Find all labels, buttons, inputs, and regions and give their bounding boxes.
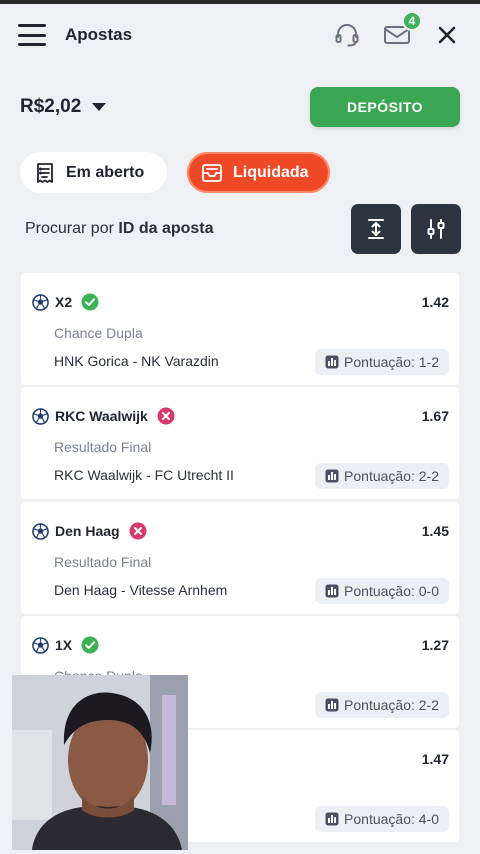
search-by-id-link[interactable]: Procurar por ID da aposta [25, 220, 214, 238]
header-actions: 4 [332, 11, 462, 50]
mail-count-badge: 4 [402, 11, 422, 31]
score-chip: Pontuação: 2-2 [315, 692, 449, 718]
close-icon[interactable] [432, 20, 462, 50]
bet-market: Chance Dupla [54, 325, 143, 341]
webcam-overlay [12, 675, 188, 850]
filter-button[interactable] [411, 204, 461, 254]
balance-row: R$2,02 DEPÓSITO [20, 86, 460, 128]
tab-settled[interactable]: Liquidada [187, 152, 330, 193]
expand-vertical-icon [368, 219, 384, 239]
score-text: Pontuação: 2-2 [344, 697, 439, 713]
soccer-ball-icon [32, 407, 49, 425]
tab-open[interactable]: Em aberto [20, 152, 167, 193]
receipt-icon [37, 162, 53, 183]
stats-icon [325, 698, 339, 712]
sliders-icon [427, 219, 445, 239]
bet-market: Resultado Final [54, 439, 152, 455]
bet-pick: X2 [55, 294, 73, 310]
score-chip: Pontuação: 1-2 [315, 349, 449, 375]
bet-odds: 1.47 [421, 751, 449, 767]
tab-settled-label: Liquidada [233, 163, 309, 181]
win-check-icon [81, 293, 99, 311]
score-chip: Pontuação: 4-0 [315, 806, 449, 832]
bet-event: Den Haag - Vitesse Arnhem [54, 582, 228, 598]
bet-event: RKC Waalwijk - FC Utrecht II [54, 467, 234, 483]
collapse-expand-button[interactable] [351, 204, 401, 254]
deposit-button[interactable]: DEPÓSITO [310, 87, 460, 127]
caret-down-icon [92, 103, 107, 111]
balance-amount: R$2,02 [20, 96, 82, 117]
score-text: Pontuação: 0-0 [344, 583, 439, 599]
stats-icon [325, 812, 339, 826]
score-chip: Pontuação: 0-0 [315, 578, 449, 604]
menu-icon[interactable] [18, 24, 46, 46]
win-check-icon [81, 636, 99, 654]
bet-odds: 1.67 [421, 408, 449, 424]
bet-card[interactable]: RKC Waalwijk 1.67 Resultado Final RKC Waalw… [21, 387, 459, 499]
bet-event: HNK Gorica - NK Varazdin [54, 353, 219, 369]
stats-icon [325, 469, 339, 483]
bet-odds: 1.42 [421, 294, 449, 310]
score-text: Pontuação: 2-2 [344, 468, 439, 484]
soccer-ball-icon [32, 636, 49, 654]
bet-market: Resultado Final [54, 554, 152, 570]
search-bold: ID da aposta [118, 220, 214, 237]
score-text: Pontuação: 4-0 [344, 811, 439, 827]
loss-x-icon [129, 522, 147, 540]
score-text: Pontuação: 1-2 [344, 354, 439, 370]
bet-header: 1X 1.27 [32, 636, 449, 654]
stats-icon [325, 355, 339, 369]
bet-status-tabs: Em aberto Liquidada [20, 152, 330, 193]
bet-header: X2 1.42 [32, 293, 449, 311]
bet-odds: 1.27 [421, 637, 449, 653]
app-header: Apostas 4 [0, 4, 480, 66]
stats-icon [325, 584, 339, 598]
search-prefix: Procurar por [25, 220, 119, 237]
bet-card[interactable]: X2 1.42 Chance Dupla HNK Gorica - NK Varazd… [21, 273, 459, 385]
page-title: Apostas [65, 25, 133, 44]
bet-header: RKC Waalwijk 1.67 [32, 407, 449, 425]
bet-card[interactable]: Den Haag 1.45 Resultado Final Den Haag - Vi… [21, 502, 459, 614]
balance-dropdown[interactable]: R$2,02 [20, 96, 107, 118]
score-chip: Pontuação: 2-2 [315, 463, 449, 489]
bet-header: Den Haag 1.45 [32, 522, 449, 540]
tray-icon [202, 163, 222, 182]
soccer-ball-icon [32, 293, 49, 311]
bet-pick: RKC Waalwijk [55, 408, 148, 424]
bet-odds: 1.45 [421, 523, 449, 539]
tab-open-label: Em aberto [66, 163, 145, 181]
support-headset-icon[interactable] [332, 20, 362, 50]
bet-pick: 1X [55, 637, 73, 653]
bet-pick: Den Haag [55, 523, 120, 539]
loss-x-icon [157, 407, 175, 425]
search-row: Procurar por ID da aposta [25, 204, 461, 254]
mail-button[interactable]: 4 [382, 11, 422, 50]
soccer-ball-icon [32, 522, 49, 540]
